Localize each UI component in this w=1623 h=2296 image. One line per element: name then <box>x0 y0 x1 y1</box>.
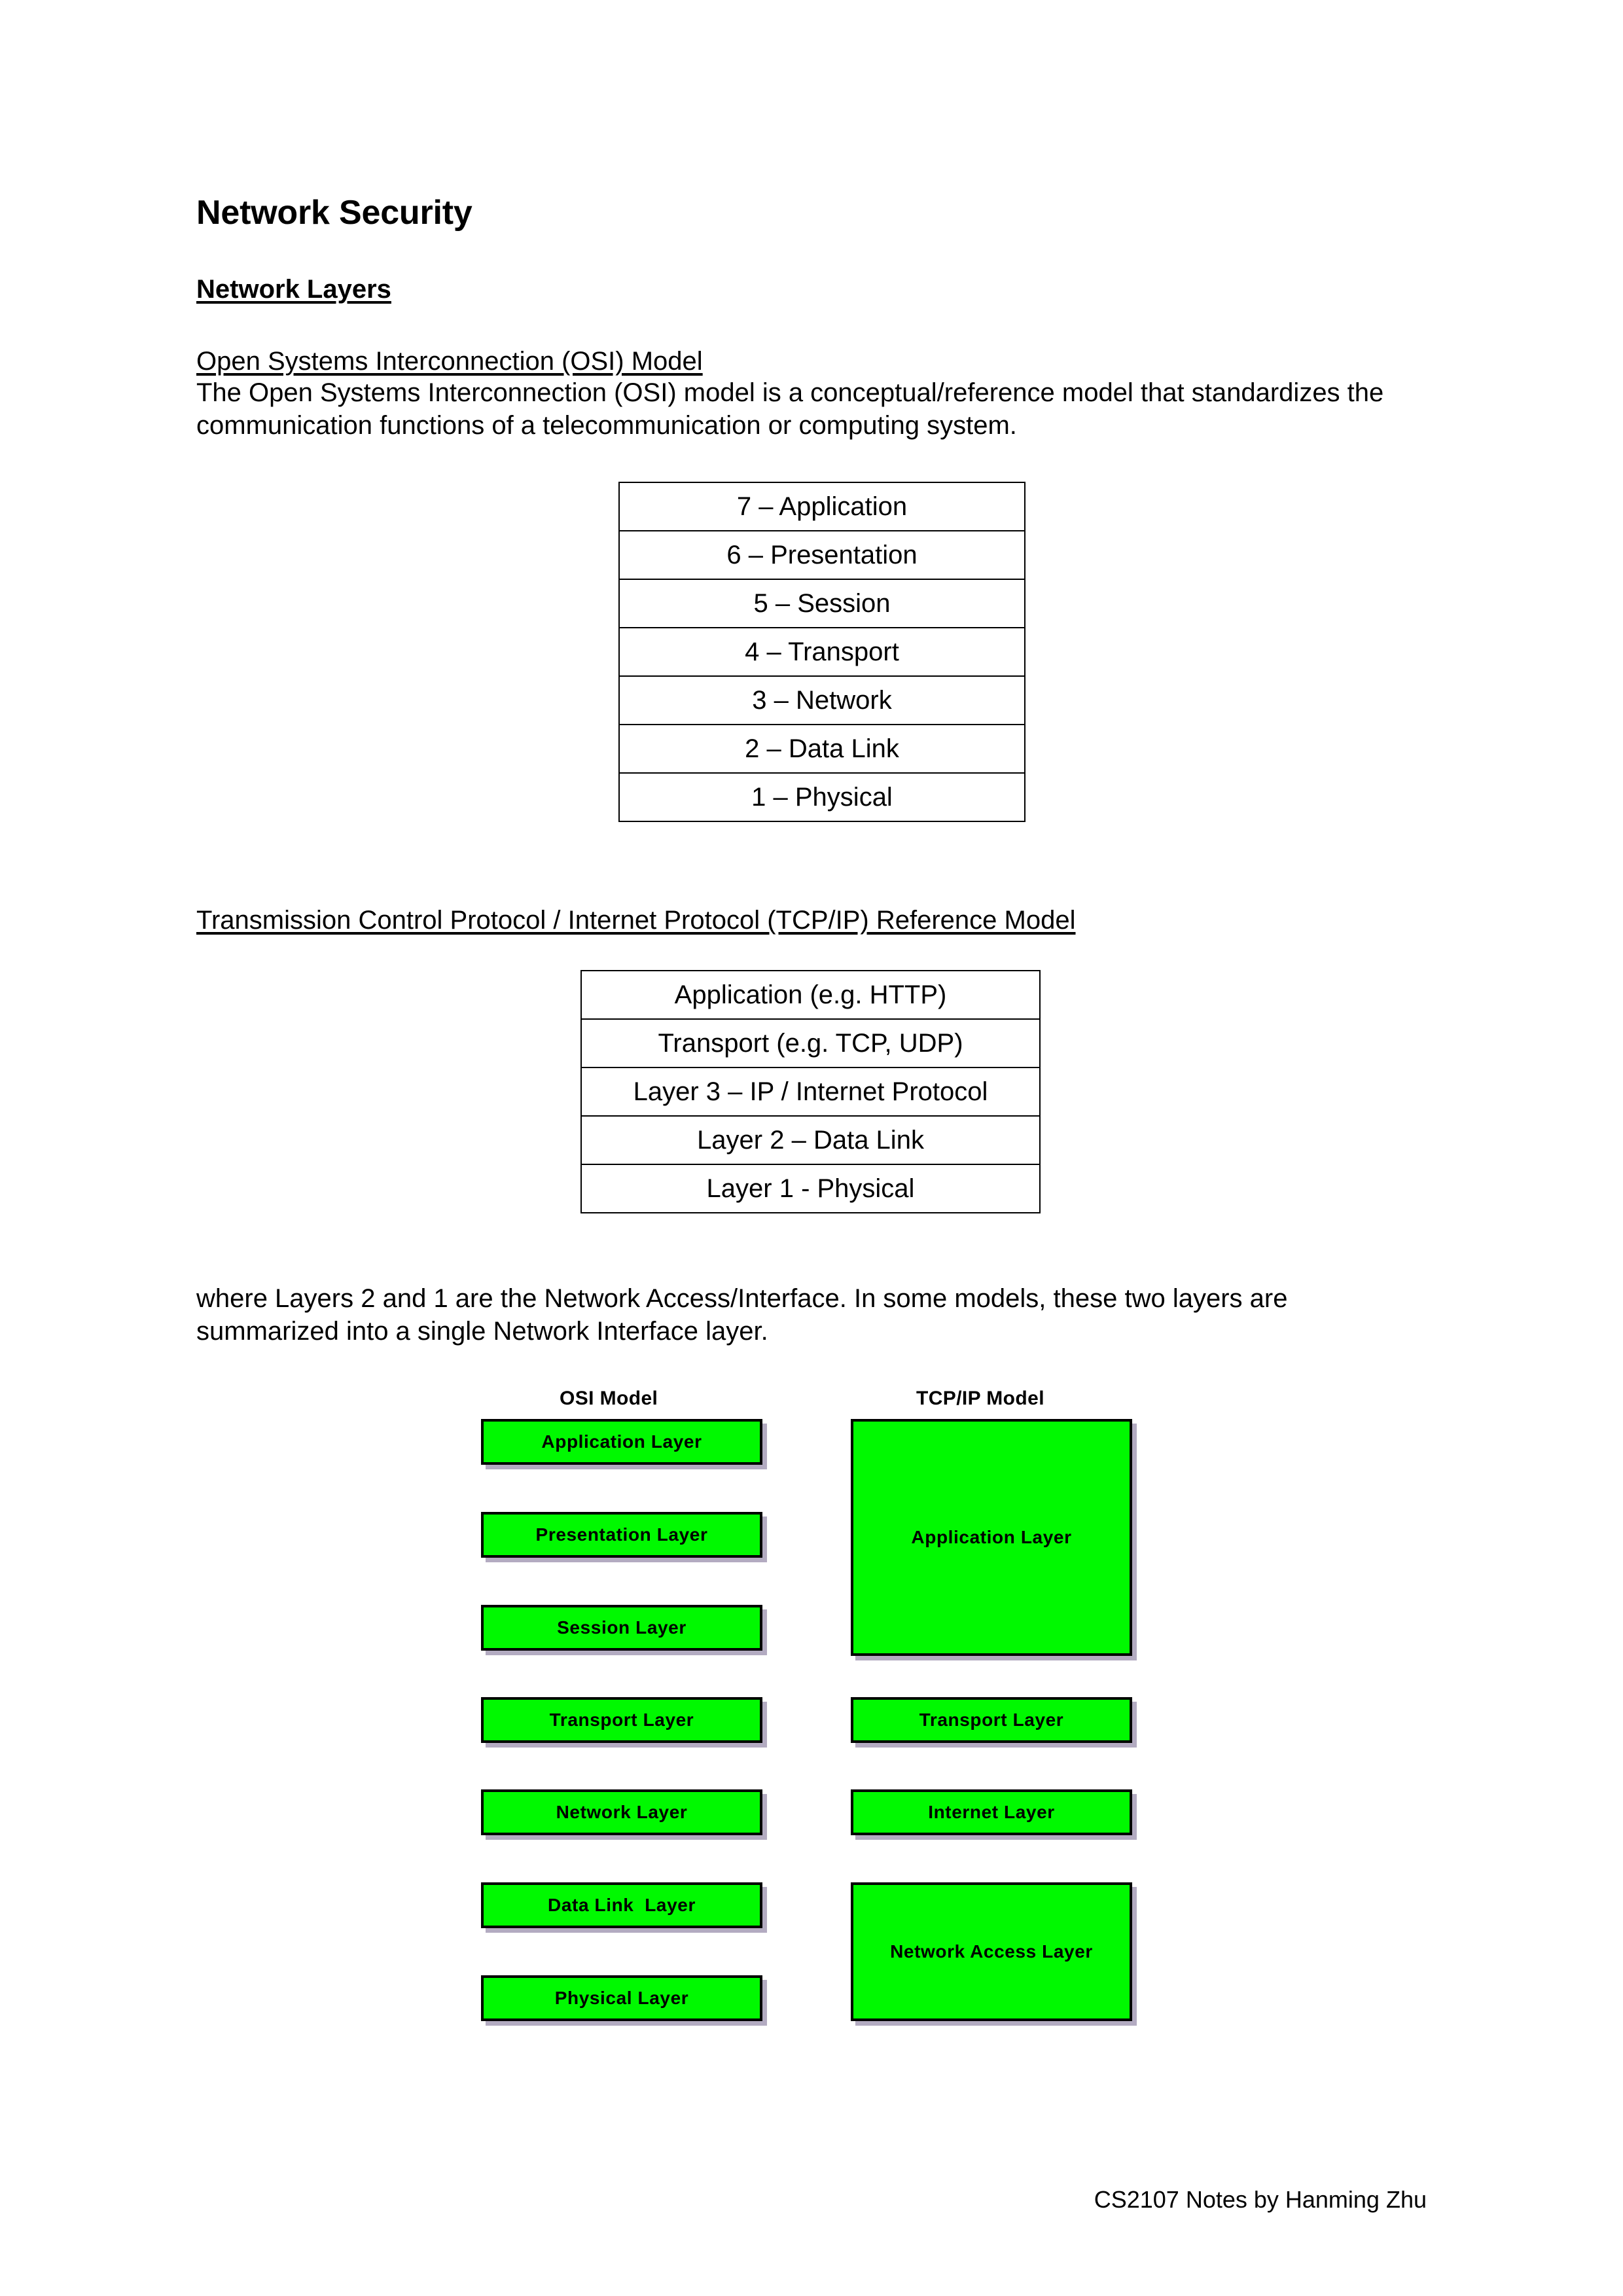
diagram-column-title-osi: OSI Model <box>560 1388 658 1409</box>
osi-layer-1-cell: 1 – Physical <box>618 772 1026 822</box>
tcpip-application-cell: Application (e.g. HTTP) <box>580 970 1041 1020</box>
osi-layer-table: 7 – Application 6 – Presentation 5 – Ses… <box>618 482 1026 822</box>
osi-layer-4-cell: 4 – Transport <box>618 627 1026 677</box>
document-body: Network Security Network Layers Open Sys… <box>196 193 1427 442</box>
osi-layer-7-cell: 7 – Application <box>618 482 1026 531</box>
diagram-osi-box-label: Network Layer <box>556 1802 688 1822</box>
diagram-tcpip-box-application: Application Layer <box>851 1419 1132 1656</box>
diagram-tcpip-box-label: Network Access Layer <box>890 1941 1093 1962</box>
osi-layer-2-cell: 2 – Data Link <box>618 724 1026 774</box>
section-heading-network-layers: Network Layers <box>196 275 391 304</box>
diagram-osi-box-physical: Physical Layer <box>481 1975 762 2021</box>
table-row: Layer 3 – IP / Internet Protocol <box>580 1067 1041 1117</box>
page-footer: CS2107 Notes by Hanming Zhu <box>1094 2186 1427 2213</box>
tcpip-heading-wrapper: Transmission Control Protocol / Internet… <box>196 905 1427 936</box>
diagram-osi-box-presentation: Presentation Layer <box>481 1512 762 1558</box>
osi-layer-3-cell: 3 – Network <box>618 675 1026 725</box>
osi-layer-table-wrapper: 7 – Application 6 – Presentation 5 – Ses… <box>618 482 1026 822</box>
table-row: 5 – Session <box>618 579 1026 628</box>
osi-description-paragraph: The Open Systems Interconnection (OSI) m… <box>196 378 1384 440</box>
diagram-tcpip-box-transport: Transport Layer <box>851 1697 1132 1743</box>
subsection-heading-osi-model: Open Systems Interconnection (OSI) Model <box>196 347 703 376</box>
diagram-osi-box-label: Physical Layer <box>554 1988 689 2008</box>
diagram-column-title-tcpip: TCP/IP Model <box>916 1388 1044 1409</box>
table-row: Layer 2 – Data Link <box>580 1115 1041 1165</box>
diagram-osi-box-application: Application Layer <box>481 1419 762 1465</box>
diagram-tcpip-box-label: Application Layer <box>911 1527 1072 1547</box>
diagram-osi-box-label: Application Layer <box>541 1431 702 1452</box>
osi-layer-6-cell: 6 – Presentation <box>618 530 1026 580</box>
diagram-osi-box-label: Session Layer <box>557 1617 687 1638</box>
tcpip-transport-cell: Transport (e.g. TCP, UDP) <box>580 1018 1041 1068</box>
tcpip-note-wrapper: where Layers 2 and 1 are the Network Acc… <box>196 1283 1433 1348</box>
tcpip-layer-table: Application (e.g. HTTP) Transport (e.g. … <box>580 970 1041 1213</box>
diagram-osi-box-label: Transport Layer <box>549 1710 694 1730</box>
diagram-osi-box-network: Network Layer <box>481 1789 762 1835</box>
diagram-osi-box-transport: Transport Layer <box>481 1697 762 1743</box>
tcpip-layer1-cell: Layer 1 - Physical <box>580 1164 1041 1213</box>
diagram-tcpip-box-label: Transport Layer <box>919 1710 1064 1730</box>
diagram-osi-box-data-link: Data Link Layer <box>481 1882 762 1928</box>
table-row: 2 – Data Link <box>618 724 1026 774</box>
tcpip-note-paragraph: where Layers 2 and 1 are the Network Acc… <box>196 1284 1288 1346</box>
table-row: Transport (e.g. TCP, UDP) <box>580 1018 1041 1068</box>
osi-layer-5-cell: 5 – Session <box>618 579 1026 628</box>
diagram-tcpip-box-internet: Internet Layer <box>851 1789 1132 1835</box>
tcpip-layer2-cell: Layer 2 – Data Link <box>580 1115 1041 1165</box>
diagram-osi-box-label: Presentation Layer <box>535 1524 708 1545</box>
document-page: Network Security Network Layers Open Sys… <box>0 0 1623 2296</box>
osi-vs-tcpip-diagram: OSI Model TCP/IP Model Application Layer… <box>481 1388 1214 2094</box>
table-row: Application (e.g. HTTP) <box>580 970 1041 1020</box>
tcpip-layer-table-wrapper: Application (e.g. HTTP) Transport (e.g. … <box>580 970 1041 1213</box>
diagram-osi-box-session: Session Layer <box>481 1605 762 1651</box>
tcpip-layer3-cell: Layer 3 – IP / Internet Protocol <box>580 1067 1041 1117</box>
table-row: 1 – Physical <box>618 772 1026 822</box>
subsection-heading-tcpip-model: Transmission Control Protocol / Internet… <box>196 906 1076 935</box>
table-row: 6 – Presentation <box>618 530 1026 580</box>
table-row: 4 – Transport <box>618 627 1026 677</box>
page-title: Network Security <box>196 194 473 232</box>
diagram-tcpip-box-label: Internet Layer <box>928 1802 1055 1822</box>
diagram-osi-box-label: Data Link Layer <box>548 1895 696 1915</box>
table-row: 7 – Application <box>618 482 1026 531</box>
table-row: 3 – Network <box>618 675 1026 725</box>
diagram-tcpip-box-network-access: Network Access Layer <box>851 1882 1132 2021</box>
table-row: Layer 1 - Physical <box>580 1164 1041 1213</box>
